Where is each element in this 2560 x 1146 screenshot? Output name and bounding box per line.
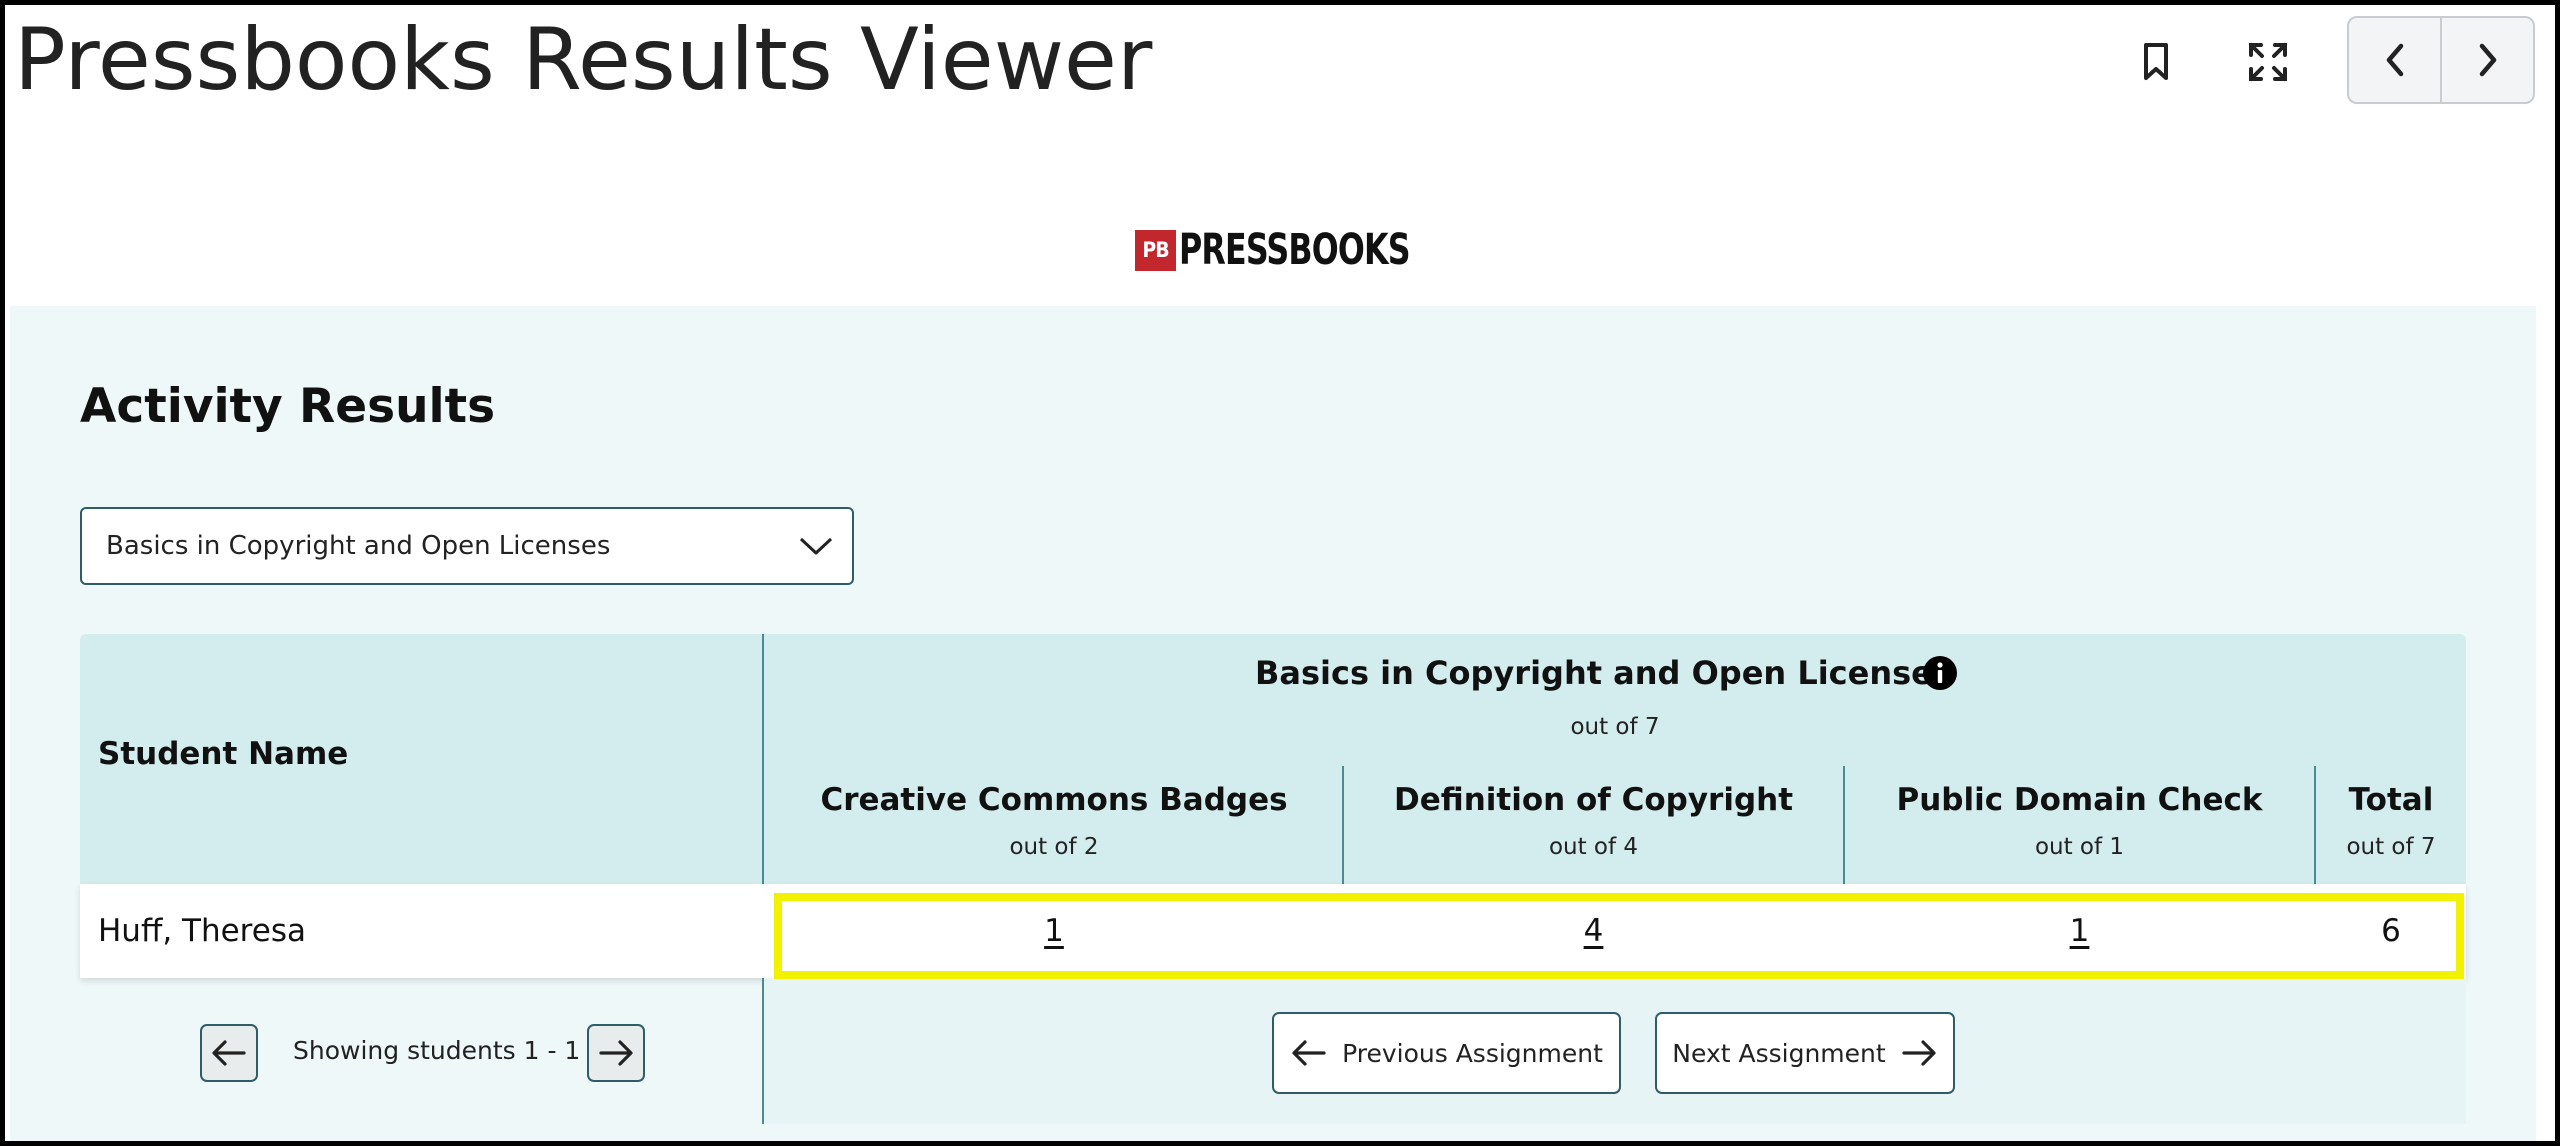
column-subtitle: out of 2 — [1009, 834, 1099, 860]
arrow-left-icon — [1292, 1040, 1326, 1066]
assignment-select[interactable]: Basics in Copyright and Open Licenses — [80, 507, 854, 585]
arrow-right-icon — [1902, 1040, 1936, 1066]
chevron-down-icon — [799, 537, 833, 555]
section-heading: Activity Results — [80, 379, 496, 434]
page-nav-group — [2347, 16, 2535, 104]
assignment-group-title: Basics in Copyright and Open Licenses — [1255, 654, 1952, 692]
next-assignment-button[interactable]: Next Assignment — [1655, 1012, 1955, 1094]
column-header-public-domain-check: Public Domain Check — [1896, 782, 2263, 818]
pressbooks-logo: PB PRESSBOOKS — [1135, 228, 1460, 272]
fullscreen-button[interactable] — [2232, 26, 2304, 98]
previous-page-button[interactable] — [2349, 18, 2440, 102]
next-page-button[interactable] — [2440, 18, 2533, 102]
previous-students-button[interactable] — [200, 1024, 258, 1082]
top-bar: Pressbooks Results Viewer — [0, 0, 2560, 150]
arrow-right-icon — [599, 1040, 633, 1066]
next-assignment-label: Next Assignment — [1672, 1038, 1886, 1068]
assignment-select-value: Basics in Copyright and Open Licenses — [106, 531, 611, 561]
assignment-group-subtitle: out of 7 — [1570, 714, 1660, 740]
column-header-total: Total — [2348, 782, 2434, 818]
arrow-left-icon — [212, 1040, 246, 1066]
next-students-button[interactable] — [587, 1024, 645, 1082]
chevron-right-icon — [2479, 43, 2496, 77]
column-subtitle: out of 4 — [1548, 834, 1639, 860]
logo-badge: PB — [1135, 229, 1176, 271]
column-header-definition-of-copyright: Definition of Copyright — [1393, 782, 1794, 818]
student-name-cell: Huff, Theresa — [98, 913, 306, 949]
app-title: Pressbooks Results Viewer — [14, 10, 1153, 110]
column-subtitle: out of 7 — [2346, 834, 2436, 860]
chevron-left-icon — [2386, 43, 2403, 77]
highlight-box — [774, 893, 2464, 979]
bookmark-icon — [2144, 43, 2168, 80]
column-header-creative-commons-badges: Creative Commons Badges — [820, 782, 1288, 818]
info-icon[interactable] — [1922, 655, 1958, 691]
pager-status: Showing students 1 - 1 — [293, 1036, 581, 1065]
column-subtitle: out of 1 — [2034, 834, 2125, 860]
previous-assignment-button[interactable]: Previous Assignment — [1272, 1012, 1621, 1094]
previous-assignment-label: Previous Assignment — [1342, 1038, 1603, 1068]
logo-wordmark: PRESSBOOKS — [1179, 225, 1411, 275]
fullscreen-icon — [2249, 43, 2287, 81]
bookmark-button[interactable] — [2120, 26, 2192, 98]
student-name-header: Student Name — [98, 736, 349, 772]
